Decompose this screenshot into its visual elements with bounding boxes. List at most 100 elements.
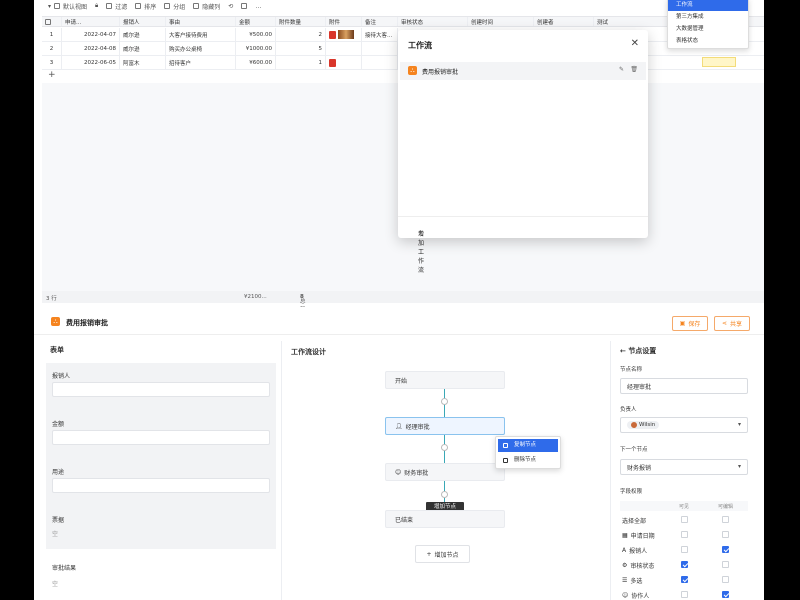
column-header[interactable]: 审核状态	[398, 17, 468, 26]
field-input-purpose[interactable]	[52, 478, 270, 493]
column-header[interactable]: 申请...	[62, 17, 120, 26]
close-icon[interactable]: ✕	[631, 38, 639, 49]
field-input-person[interactable]	[52, 382, 270, 397]
save-button[interactable]: ▣ 保存	[672, 316, 708, 331]
workflow-list-item[interactable]: ⛬ 费用报销审批 ✎ 🗑︎	[400, 62, 646, 80]
cell-attachment[interactable]	[326, 42, 362, 55]
pdf-thumbnail[interactable]	[329, 58, 336, 67]
column-header[interactable]: 创建时间	[468, 17, 534, 26]
menu-item-table-status[interactable]: 表格状态	[668, 35, 748, 47]
column-header[interactable]: 金额	[236, 17, 276, 26]
share-button[interactable]: ⋖ 共享	[714, 316, 750, 331]
cell-person[interactable]: 阿富木	[120, 56, 166, 69]
menu-item-integration[interactable]: 第三方集成	[668, 11, 748, 23]
menu-item-bigdata[interactable]: 大数据管理	[668, 23, 748, 35]
highlighted-cell[interactable]	[702, 57, 736, 67]
cell-amount[interactable]: ¥1000.00	[236, 42, 276, 55]
cell-attachment[interactable]	[326, 56, 362, 69]
column-header[interactable]: 附件	[326, 17, 362, 26]
cell-date[interactable]: 2022-04-08	[62, 42, 120, 55]
cell-date[interactable]: 2022-06-05	[62, 56, 120, 69]
cell-count[interactable]: 5	[276, 42, 326, 55]
editable-checkbox[interactable]	[722, 531, 729, 538]
field-input-amount[interactable]	[52, 430, 270, 445]
settings-heading[interactable]: ← 节点设置	[620, 346, 656, 356]
node-name-input[interactable]: 经理审批	[620, 378, 748, 394]
column-header[interactable]: 事由	[166, 17, 236, 26]
editable-checkbox[interactable]	[722, 516, 729, 523]
editable-checkbox[interactable]	[722, 561, 729, 568]
print-icon	[241, 3, 248, 9]
cell-person[interactable]: 威尔逊	[120, 42, 166, 55]
permission-field-name: 报销人	[629, 548, 648, 555]
filter-button[interactable]: 过滤	[106, 2, 127, 11]
visible-checkbox[interactable]	[681, 591, 688, 598]
pdf-thumbnail[interactable]	[329, 30, 336, 39]
cell-reason[interactable]: 购买办公桌椅	[166, 42, 236, 55]
editable-checkbox[interactable]	[722, 591, 729, 598]
add-row-button[interactable]: +	[48, 70, 56, 80]
column-header[interactable]: 备注	[362, 17, 398, 26]
select-all-checkbox[interactable]	[42, 17, 62, 26]
visible-checkbox[interactable]	[681, 516, 688, 523]
editable-checkbox[interactable]	[722, 546, 729, 553]
menu-item-workflow[interactable]: 工作流	[668, 0, 748, 11]
cell-note[interactable]	[362, 56, 398, 69]
cell-count[interactable]: 2	[276, 28, 326, 41]
row-index: 1	[42, 28, 62, 41]
lock-button[interactable]: 🔒︎	[95, 2, 98, 10]
image-thumbnail[interactable]	[338, 30, 354, 39]
editable-checkbox[interactable]	[722, 576, 729, 583]
cell-reason[interactable]: 招待客户	[166, 56, 236, 69]
add-node-dot[interactable]	[441, 491, 448, 498]
cell-person[interactable]: 威尔逊	[120, 28, 166, 41]
flow-node-end[interactable]: 已结束	[385, 510, 505, 528]
flow-node-manager[interactable]: 👤︎ 经理审批	[385, 417, 505, 435]
owner-select[interactable]: Wilsin ▾	[620, 417, 748, 433]
add-node-dot[interactable]	[441, 398, 448, 405]
sort-button[interactable]: 排序	[135, 2, 156, 11]
print-button[interactable]	[241, 3, 248, 9]
more-button[interactable]: …	[255, 3, 261, 10]
filter-icon	[106, 3, 113, 9]
cell-date[interactable]: 2022-04-07	[62, 28, 120, 41]
flow-node-finance[interactable]: 😊︎ 财务审批	[385, 463, 505, 481]
visible-checkbox[interactable]	[681, 561, 688, 568]
copy-node-item[interactable]: 复制节点	[498, 439, 558, 452]
arrow-left-icon[interactable]: ←	[620, 347, 626, 355]
node-settings-panel: ← 节点设置 节点名称 经理审批 负责人 Wilsin ▾ 下一个节点 财务报销…	[610, 341, 764, 600]
group-button[interactable]: 分组	[164, 2, 185, 11]
permission-row: A 报销人	[620, 543, 748, 557]
cell-attachment[interactable]	[326, 28, 362, 41]
edit-icon[interactable]: ✎	[619, 66, 624, 73]
flow-node-start[interactable]: 开始	[385, 371, 505, 389]
table-footer: 3 行 ¥2100... 总和 8	[42, 291, 764, 313]
column-header[interactable]: 附件数量	[276, 17, 326, 26]
view-selector[interactable]: ▾ 默认视图	[48, 2, 87, 11]
visible-checkbox[interactable]	[681, 531, 688, 538]
next-node-select[interactable]: 财务报销 ▾	[620, 459, 748, 475]
workflow-icon: ⛬	[408, 66, 417, 75]
visible-checkbox[interactable]	[681, 576, 688, 583]
column-header[interactable]: 创建者	[534, 17, 594, 26]
visible-checkbox[interactable]	[681, 546, 688, 553]
undo-button[interactable]: ⟲	[228, 3, 233, 10]
cell-amount[interactable]: ¥600.00	[236, 56, 276, 69]
add-node-button[interactable]: + 增加节点	[415, 545, 470, 563]
cell-note[interactable]	[362, 42, 398, 55]
delete-node-item[interactable]: 删除节点	[498, 454, 558, 467]
cell-count[interactable]: 1	[276, 56, 326, 69]
column-header[interactable]: 报销人	[120, 17, 166, 26]
cell-reason[interactable]: 大客户接待费用	[166, 28, 236, 41]
cell-amount[interactable]: ¥500.00	[236, 28, 276, 41]
column-header[interactable]: 测试	[594, 17, 674, 26]
owner-label: 负责人	[620, 407, 637, 413]
add-node-dot[interactable]	[441, 444, 448, 451]
field-label: 金额	[52, 421, 65, 428]
hide-columns-button[interactable]: 隐藏列	[193, 2, 220, 11]
trash-icon[interactable]: 🗑︎	[630, 66, 638, 73]
add-workflow-button[interactable]: + 增加工作流	[398, 216, 648, 274]
owner-tag[interactable]: Wilsin	[627, 421, 660, 429]
cell-note[interactable]: 接待大客...	[362, 28, 398, 41]
chevron-down-icon: ▾	[737, 463, 741, 470]
